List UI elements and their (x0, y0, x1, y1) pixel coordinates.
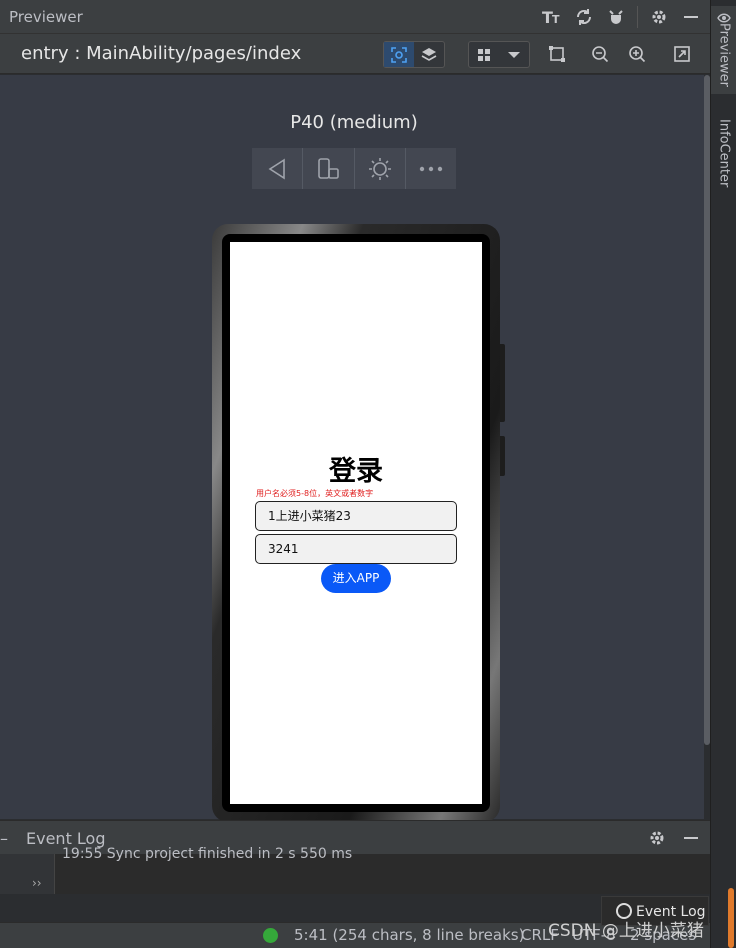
toolbar-divider (637, 6, 638, 28)
device-toolbar (252, 148, 456, 189)
svg-text:T: T (552, 13, 560, 26)
right-tool-strip: Previewer InfoCenter (710, 0, 736, 948)
event-log-line: 19:55 Sync project finished in 2 s 550 m… (62, 846, 353, 862)
expand-chevron-icon[interactable]: ›› (32, 876, 42, 890)
fit-screen-icon[interactable] (671, 43, 693, 65)
cursor-position[interactable]: 5:41 (254 chars, 8 line breaks) (294, 926, 524, 944)
memory-indicator (728, 888, 734, 948)
chevron-down-icon (499, 42, 529, 67)
zoom-in-icon[interactable] (626, 43, 648, 65)
event-log-gear-icon[interactable] (646, 827, 668, 849)
login-title: 登录 (329, 456, 383, 487)
layout-dropdown[interactable] (468, 41, 530, 68)
previewer-titlebar: Previewer TT (0, 0, 710, 34)
event-log-gutter: ›› (0, 854, 55, 894)
ide-window: Previewer TT entry : MainAbility/pages/i… (0, 0, 736, 948)
collapse-icon[interactable]: – (0, 829, 8, 848)
watermark: CSDN @上进小菜猪 (548, 921, 704, 941)
gear-icon[interactable] (648, 6, 670, 28)
more-icon[interactable] (406, 148, 456, 189)
panel-title: Previewer (9, 7, 83, 26)
font-size-icon[interactable]: TT (541, 6, 563, 28)
inspector-icon[interactable] (384, 42, 414, 67)
status-ok-indicator (263, 928, 278, 943)
layers-icon[interactable] (414, 42, 444, 67)
tab-previewer[interactable]: Previewer (711, 6, 736, 94)
refresh-icon[interactable] (573, 6, 595, 28)
phone-volume-button (500, 344, 505, 422)
zoom-out-icon[interactable] (589, 43, 611, 65)
path-bar: entry : MainAbility/pages/index (0, 34, 710, 74)
enter-app-button[interactable]: 进入APP (321, 564, 391, 593)
view-mode-group (383, 41, 445, 68)
rotate-icon[interactable] (303, 148, 355, 189)
back-icon[interactable] (252, 148, 304, 189)
debug-icon[interactable] (605, 6, 627, 28)
password-input[interactable]: 3241 (255, 534, 457, 564)
tab-infocenter-label: InfoCenter (716, 118, 732, 188)
grid-icon (469, 42, 499, 67)
phone-power-button (500, 436, 505, 476)
tab-infocenter[interactable]: InfoCenter (711, 114, 736, 192)
username-hint: 用户名必须5-8位，英文或者数字 (256, 489, 374, 498)
username-input[interactable]: 1上进小菜猪23 (255, 501, 457, 531)
crop-frame-icon[interactable] (546, 43, 568, 65)
device-name: P40 (medium) (290, 112, 418, 133)
page-path: entry : MainAbility/pages/index (21, 43, 302, 64)
phone-screen: 登录 用户名必须5-8位，英文或者数字 1上进小菜猪23 3241 进入APP (230, 242, 482, 804)
brightness-icon[interactable] (355, 148, 406, 189)
eye-icon (717, 13, 731, 23)
event-log-minimize-icon[interactable] (680, 827, 702, 849)
tab-previewer-label: Previewer (716, 23, 732, 87)
minimize-icon[interactable] (680, 6, 702, 28)
